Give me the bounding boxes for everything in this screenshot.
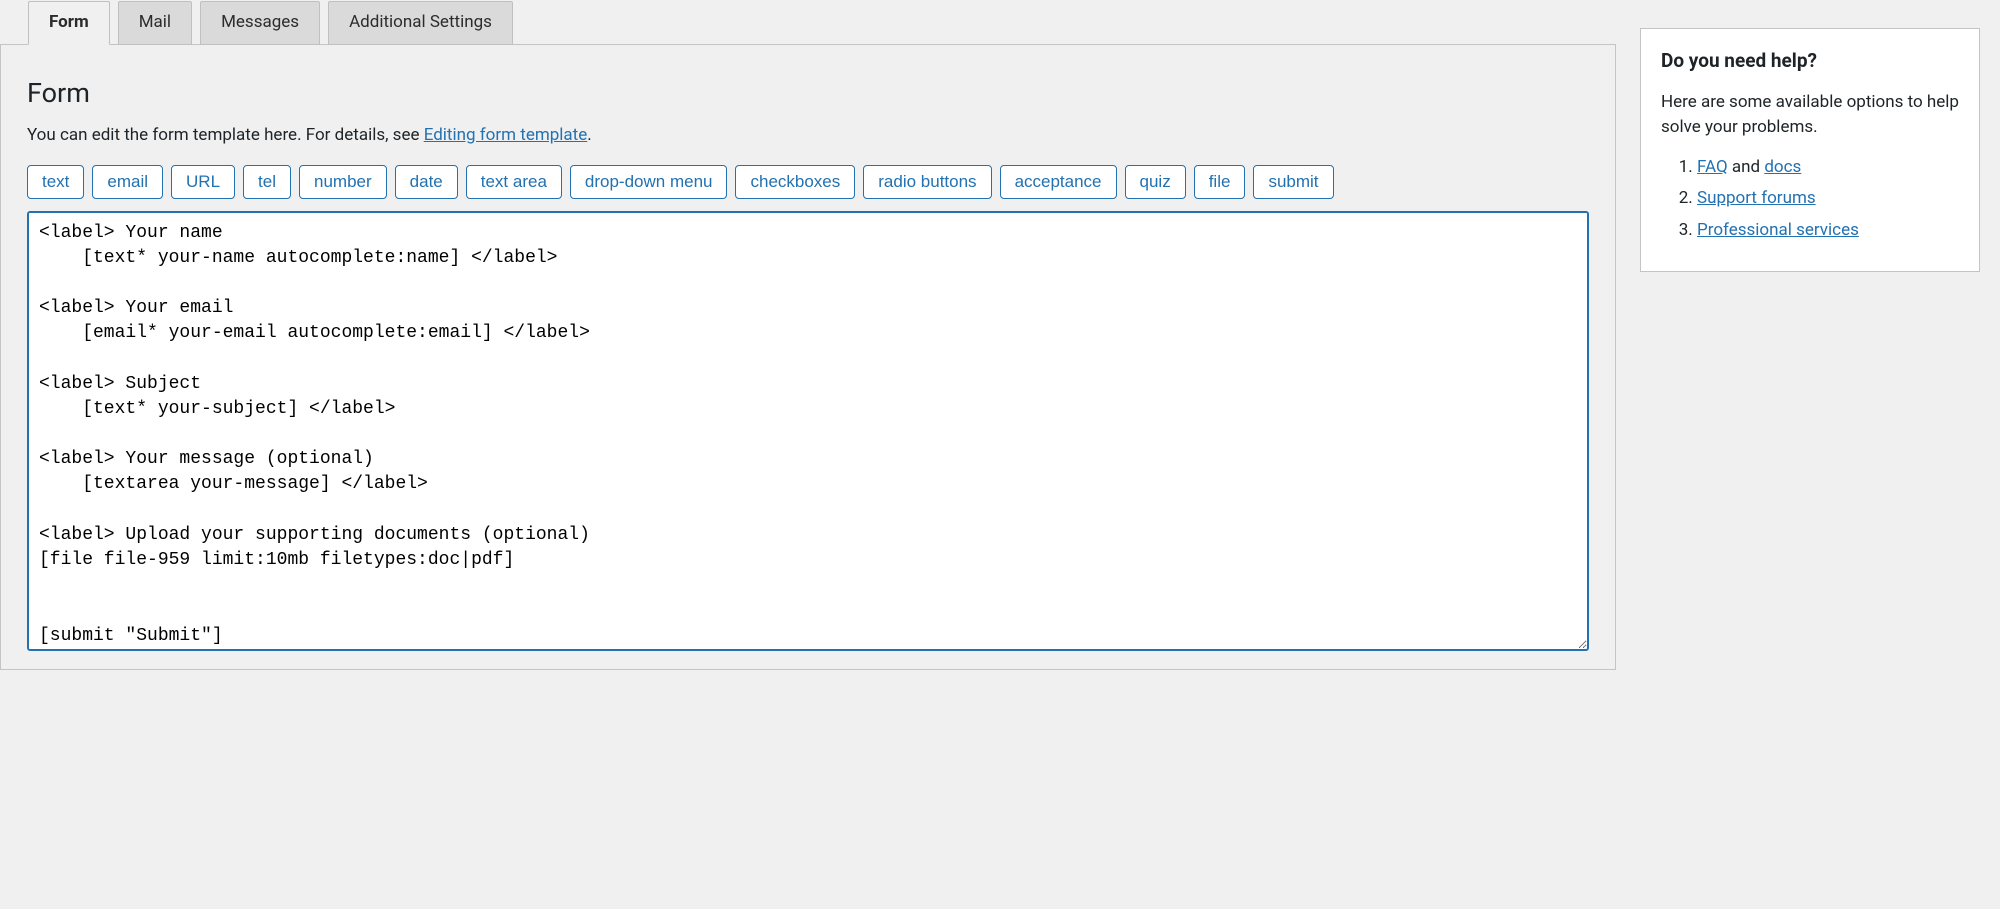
- tag-tel-button[interactable]: tel: [243, 165, 291, 199]
- tabs: Form Mail Messages Additional Settings: [0, 1, 1616, 45]
- tab-form[interactable]: Form: [28, 1, 110, 45]
- tag-file-button[interactable]: file: [1194, 165, 1246, 199]
- tab-label: Messages: [221, 12, 299, 32]
- faq-link[interactable]: FAQ: [1697, 157, 1728, 177]
- tag-number-button[interactable]: number: [299, 165, 387, 199]
- tab-messages[interactable]: Messages: [200, 1, 320, 45]
- docs-link[interactable]: docs: [1764, 157, 1801, 177]
- tag-url-button[interactable]: URL: [171, 165, 235, 199]
- tag-acceptance-button[interactable]: acceptance: [1000, 165, 1117, 199]
- help-item-faq-docs: FAQ and docs: [1697, 155, 1959, 181]
- tag-date-button[interactable]: date: [395, 165, 458, 199]
- professional-services-link[interactable]: Professional services: [1697, 220, 1859, 240]
- tag-text-button[interactable]: text: [27, 165, 84, 199]
- desc-pre: You can edit the form template here. For…: [27, 125, 424, 145]
- tag-checkboxes-button[interactable]: checkboxes: [735, 165, 855, 199]
- form-panel: Form You can edit the form template here…: [0, 44, 1616, 671]
- form-template-textarea[interactable]: [27, 211, 1589, 651]
- section-title: Form: [27, 73, 1589, 114]
- help-item-support-forums: Support forums: [1697, 186, 1959, 212]
- help-intro: Here are some available options to help …: [1661, 90, 1959, 141]
- tag-radio-buttons-button[interactable]: radio buttons: [863, 165, 991, 199]
- help-title: Do you need help?: [1661, 47, 1959, 76]
- tag-quiz-button[interactable]: quiz: [1125, 165, 1186, 199]
- tag-drop-down-menu-button[interactable]: drop-down menu: [570, 165, 728, 199]
- section-description: You can edit the form template here. For…: [27, 123, 1589, 149]
- help-item-suffix: and: [1728, 157, 1765, 177]
- tab-label: Additional Settings: [349, 12, 492, 32]
- help-list: FAQ and docs Support forums Professional…: [1661, 155, 1959, 244]
- tag-buttons-row: text email URL tel number date text area…: [27, 165, 1589, 199]
- tab-label: Form: [49, 12, 89, 32]
- help-box: Do you need help? Here are some availabl…: [1640, 28, 1980, 272]
- editing-form-template-link[interactable]: Editing form template: [424, 125, 588, 145]
- tag-email-button[interactable]: email: [92, 165, 163, 199]
- tag-text-area-button[interactable]: text area: [466, 165, 562, 199]
- tab-additional-settings[interactable]: Additional Settings: [328, 1, 513, 45]
- tab-label: Mail: [139, 12, 171, 32]
- tab-mail[interactable]: Mail: [118, 1, 192, 45]
- desc-post: .: [587, 125, 591, 145]
- help-item-professional-services: Professional services: [1697, 218, 1959, 244]
- support-forums-link[interactable]: Support forums: [1697, 188, 1816, 208]
- tag-submit-button[interactable]: submit: [1253, 165, 1333, 199]
